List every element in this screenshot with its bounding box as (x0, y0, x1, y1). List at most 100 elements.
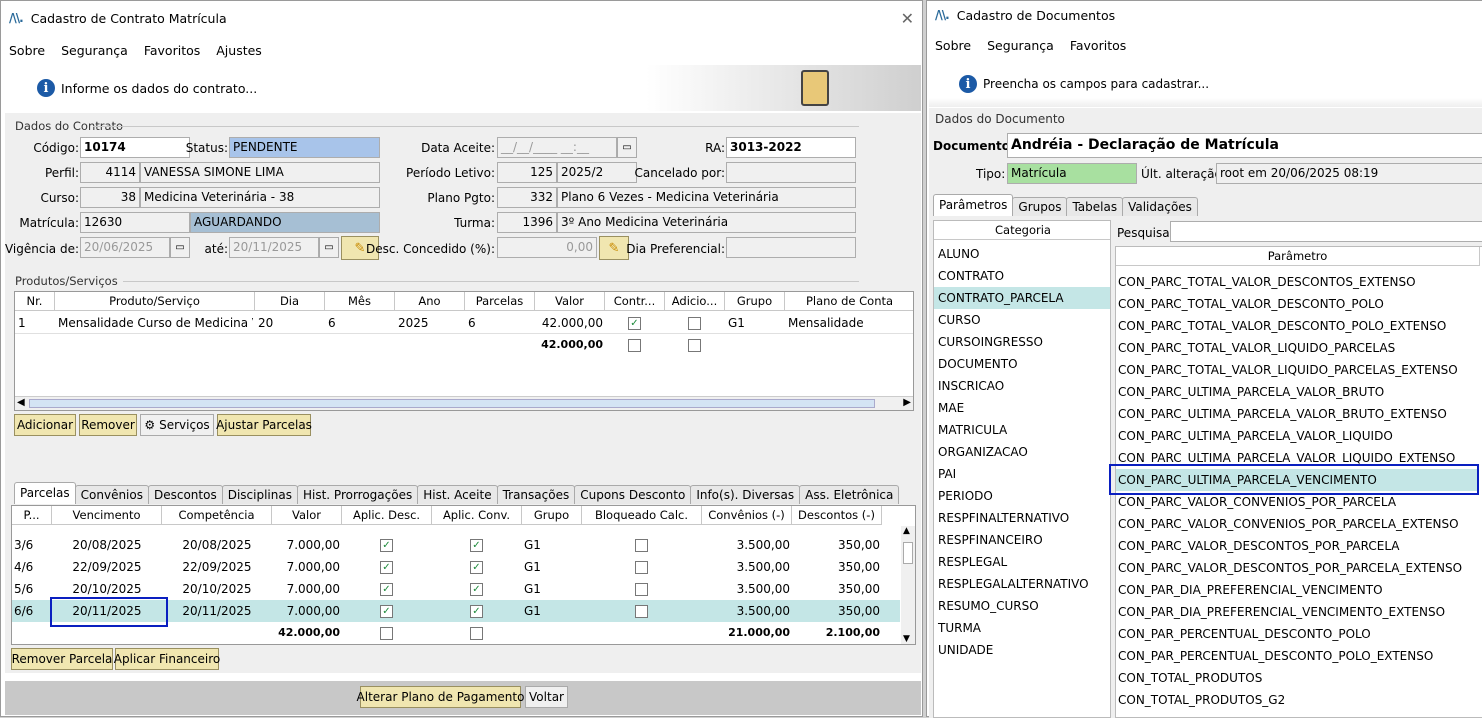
tab-parametros[interactable]: Parâmetros (933, 194, 1014, 216)
parametro-item[interactable]: CON_PARC_TOTAL_VALOR_LIQUIDO_PARCELAS_EX… (1118, 359, 1458, 381)
col-header[interactable]: Valor (272, 506, 342, 525)
tab-info-diversas[interactable]: Info(s). Diversas (690, 485, 801, 504)
parametro-item[interactable]: CON_PARC_ULTIMA_PARCELA_VALOR_LIQUIDO (1118, 425, 1393, 447)
aplic-desc-checkbox[interactable]: ✓ (380, 561, 393, 574)
tab-transacoes[interactable]: Transações (496, 485, 576, 504)
parametro-item[interactable]: CON_PARC_TOTAL_VALOR_LIQUIDO_PARCELAS (1118, 337, 1395, 359)
col-header[interactable]: Plano de Conta (785, 292, 913, 311)
checkbox[interactable] (688, 339, 701, 352)
categoria-item[interactable]: MATRICULA (938, 419, 1007, 441)
plano-name-field[interactable]: Plano 6 Vezes - Medicina Veterinária (557, 187, 856, 208)
tipo-field[interactable]: Matrícula (1007, 163, 1137, 184)
periodo-name-field[interactable]: 2025/2 (557, 162, 637, 183)
categoria-item[interactable]: INSCRICAO (938, 375, 1004, 397)
adicionar-button[interactable]: Adicionar (14, 414, 76, 436)
parametro-item[interactable]: CON_PARC_VALOR_CONVENIOS_POR_PARCELA_EXT… (1118, 513, 1459, 535)
periodo-id-field[interactable]: 125 (497, 162, 557, 183)
plano-id-field[interactable]: 332 (497, 187, 557, 208)
aplic-conv-checkbox[interactable]: ✓ (470, 583, 483, 596)
parametro-header[interactable]: Parâmetro (1116, 247, 1480, 266)
matricula-status-field[interactable]: AGUARDANDO (190, 212, 380, 233)
calendar-icon[interactable]: ▭ (319, 237, 339, 258)
checkbox[interactable] (628, 339, 641, 352)
bloqueado-checkbox[interactable] (635, 605, 648, 618)
perfil-name-field[interactable]: VANESSA SIMONE LIMA (140, 162, 380, 183)
table-row[interactable]: 3/6 20/08/2025 20/08/2025 7.000,00 ✓ ✓ G… (12, 534, 900, 556)
ra-field[interactable]: 3013-2022 (726, 137, 856, 158)
categoria-item[interactable]: PAI (938, 463, 956, 485)
servicos-button[interactable]: ⚙ Serviços (140, 414, 214, 436)
col-header[interactable]: Aplic. Conv. (432, 506, 522, 525)
scroll-thumb[interactable] (903, 542, 913, 564)
remover-parcela-button[interactable]: Remover Parcela (11, 648, 113, 670)
col-header[interactable]: Aplic. Desc. (342, 506, 432, 525)
parametro-item[interactable]: CON_PARC_ULTIMA_PARCELA_VALOR_BRUTO (1118, 381, 1384, 403)
aplic-conv-checkbox[interactable]: ✓ (470, 539, 483, 552)
aplic-conv-checkbox[interactable]: ✓ (470, 561, 483, 574)
turma-id-field[interactable]: 1396 (497, 212, 557, 233)
curso-id-field[interactable]: 38 (80, 187, 140, 208)
bloqueado-checkbox[interactable] (635, 539, 648, 552)
col-header[interactable]: Adicio... (665, 292, 725, 311)
aplicar-financeiro-button[interactable]: Aplicar Financeiro (114, 648, 220, 670)
aplic-desc-checkbox[interactable]: ✓ (380, 605, 393, 618)
pesquisar-input[interactable] (1170, 221, 1482, 242)
categoria-item[interactable]: CONTRATO_PARCELA (934, 287, 1110, 309)
col-header[interactable]: Competência (162, 506, 272, 525)
desc-field[interactable]: 0,00 (497, 237, 597, 258)
vigencia-ate-field[interactable]: 20/11/2025 (229, 237, 319, 258)
aplic-desc-checkbox[interactable]: ✓ (380, 539, 393, 552)
categoria-item[interactable]: CONTRATO (938, 265, 1004, 287)
parametro-item[interactable]: CON_PARC_TOTAL_VALOR_DESCONTO_POLO_EXTEN… (1118, 315, 1446, 337)
contr-checkbox[interactable]: ✓ (628, 317, 641, 330)
calendar-icon[interactable]: ▭ (617, 137, 637, 158)
menu-favoritos[interactable]: Favoritos (1070, 38, 1126, 53)
status-field[interactable]: PENDENTE (229, 137, 380, 158)
categoria-item[interactable]: UNIDADE (938, 639, 993, 661)
categoria-header[interactable]: Categoria (934, 221, 1110, 240)
col-header[interactable]: P... (12, 506, 52, 525)
alterar-plano-button[interactable]: Alterar Plano de Pagamento (357, 686, 524, 708)
parametro-item[interactable]: CON_TOTAL_PRODUTOS_G2 (1118, 689, 1285, 711)
categoria-item[interactable]: RESPFINANCEIRO (938, 529, 1043, 551)
scroll-up-icon[interactable]: ▲ (903, 526, 910, 536)
categoria-item[interactable]: RESPFINALTERNATIVO (938, 507, 1069, 529)
table-row[interactable]: 4/6 22/09/2025 22/09/2025 7.000,00 ✓ ✓ G… (12, 556, 900, 578)
tab-disciplinas[interactable]: Disciplinas (221, 485, 298, 504)
bloqueado-checkbox[interactable] (635, 583, 648, 596)
col-header[interactable]: Bloqueado Calc. (582, 506, 702, 525)
parametro-item[interactable]: CON_TOTAL_PRODUTOS (1118, 667, 1262, 689)
ult-field[interactable]: root em 20/06/2025 08:19 (1216, 163, 1482, 184)
categoria-item[interactable]: TURMA (938, 617, 981, 639)
vigencia-de-field[interactable]: 20/06/2025 (80, 237, 170, 258)
voltar-button[interactable]: Voltar (525, 686, 568, 708)
scroll-down-icon[interactable]: ▼ (903, 634, 910, 644)
tab-hist-prorrogacoes[interactable]: Hist. Prorrogações (296, 485, 419, 504)
edit-pencil-icon[interactable]: ✎ (599, 236, 629, 260)
tab-descontos[interactable]: Descontos (147, 485, 223, 504)
parametro-item[interactable]: CON_PAR_DIA_PREFERENCIAL_VENCIMENTO (1118, 579, 1383, 601)
col-header[interactable]: Dia (255, 292, 325, 311)
categoria-item[interactable]: RESPLEGAL (938, 551, 1007, 573)
dia-pref-field[interactable] (726, 237, 856, 258)
parametro-item[interactable]: CON_PAR_DIA_PREFERENCIAL_VENCIMENTO_EXTE… (1118, 601, 1445, 623)
categoria-item[interactable]: CURSOINGRESSO (938, 331, 1043, 353)
menu-sobre[interactable]: Sobre (935, 38, 971, 53)
parametro-item[interactable]: CON_PARC_TOTAL_VALOR_DESCONTO_POLO (1118, 293, 1384, 315)
aplic-desc-checkbox[interactable]: ✓ (380, 583, 393, 596)
scroll-left-icon[interactable]: ◀ (17, 397, 25, 408)
col-header[interactable]: Grupo (725, 292, 785, 311)
parametro-item[interactable]: CON_PAR_PERCENTUAL_DESCONTO_POLO (1118, 623, 1371, 645)
tab-hist-aceite[interactable]: Hist. Aceite (417, 485, 498, 504)
categoria-item[interactable]: RESPLEGALALTERNATIVO (938, 573, 1089, 595)
col-header[interactable]: Ano (395, 292, 465, 311)
categoria-item[interactable]: ALUNO (938, 243, 980, 265)
ajustar-parcelas-button[interactable]: Ajustar Parcelas (216, 414, 312, 436)
close-icon[interactable]: ✕ (901, 9, 914, 28)
turma-name-field[interactable]: 3º Ano Medicina Veterinária (557, 212, 856, 233)
categoria-item[interactable]: MAE (938, 397, 964, 419)
table-row[interactable]: 1 Mensalidade Curso de Medicina Ve... 20… (15, 312, 913, 334)
data-aceite-field[interactable]: __/__/____ __:__ (497, 137, 617, 158)
checkbox[interactable] (380, 627, 393, 640)
tab-cupons[interactable]: Cupons Desconto (574, 485, 692, 504)
